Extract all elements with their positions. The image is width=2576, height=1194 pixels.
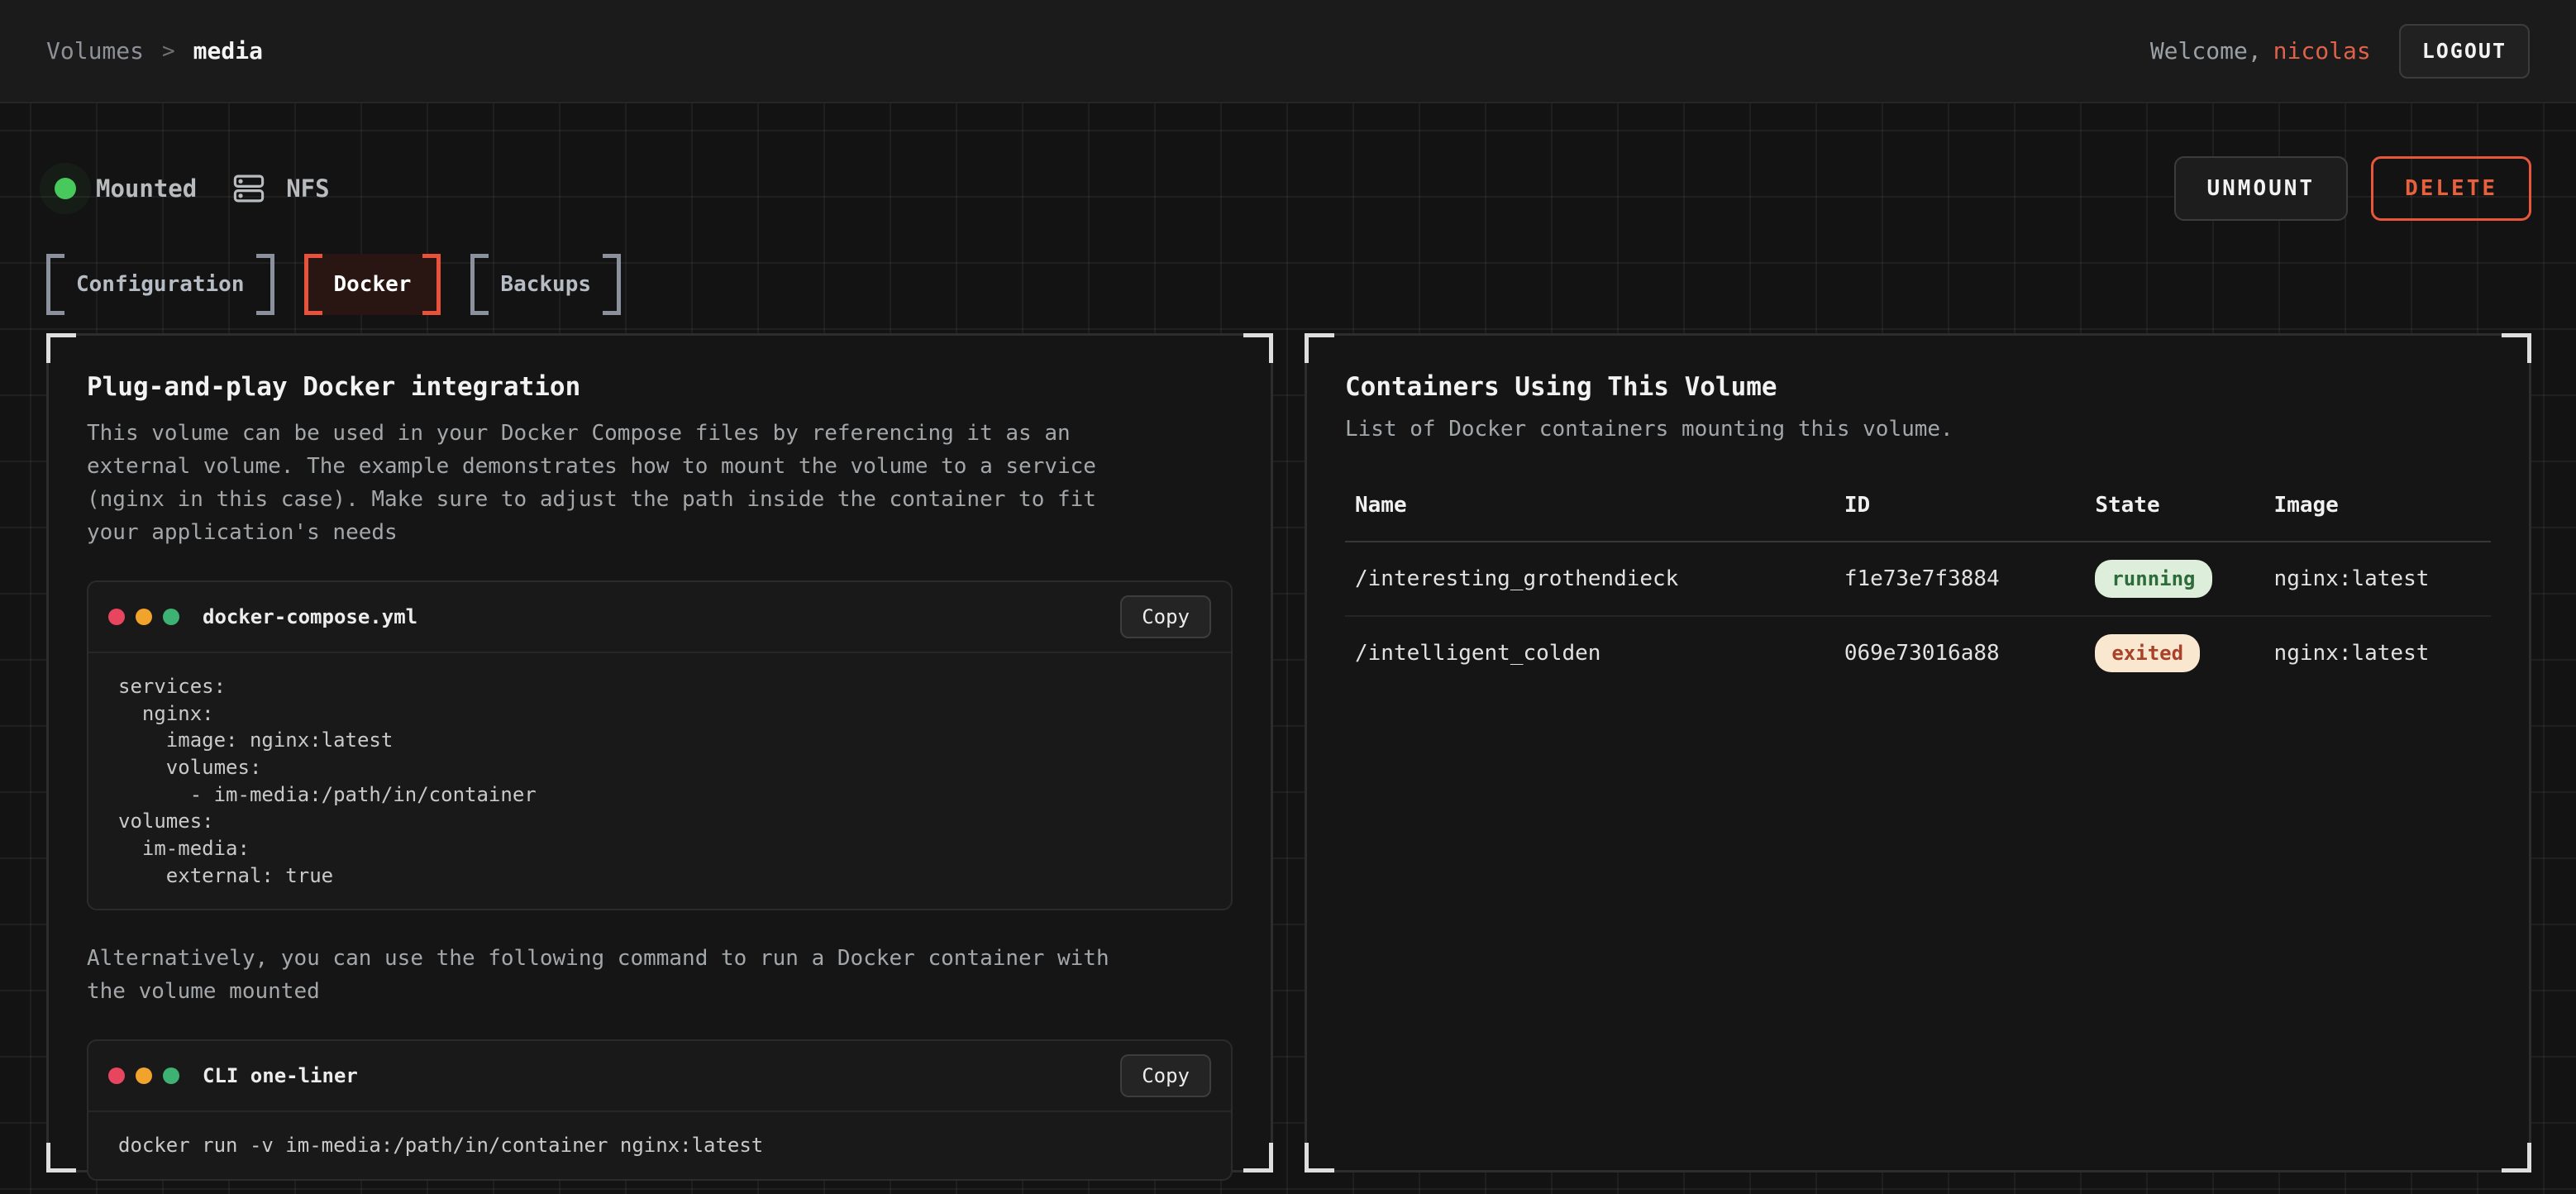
window-dots-icon	[108, 609, 179, 625]
container-image: nginx:latest	[2264, 616, 2491, 690]
state-badge: running	[2095, 560, 2211, 598]
breadcrumb-volumes-link[interactable]: Volumes	[46, 37, 144, 64]
state-badge: exited	[2095, 634, 2200, 672]
driver-label: NFS	[286, 174, 329, 203]
compose-code: services: nginx: image: nginx:latest vol…	[88, 653, 1231, 909]
breadcrumb-current-volume: media	[193, 37, 263, 64]
panel-corner-mark	[1305, 1143, 1334, 1173]
breadcrumb: Volumes > media	[46, 37, 263, 64]
tab-docker[interactable]: Docker	[304, 254, 441, 315]
docker-panel-title: Plug-and-play Docker integration	[87, 372, 1233, 402]
table-header-row: Name ID State Image	[1345, 493, 2491, 542]
compose-code-block: docker-compose.yml Copy services: nginx:…	[87, 580, 1233, 910]
panel-corner-mark	[46, 1143, 76, 1173]
containers-panel: Containers Using This Volume List of Doc…	[1305, 333, 2531, 1173]
server-stack-icon	[231, 171, 266, 206]
panel-corner-mark	[2502, 333, 2531, 363]
container-id: 069e73016a88	[1834, 616, 2086, 690]
logout-button[interactable]: LOGOUT	[2399, 24, 2530, 79]
welcome-label: Welcome,	[2150, 37, 2262, 64]
breadcrumb-chevron-icon: >	[162, 39, 175, 64]
tab-configuration[interactable]: Configuration	[46, 254, 274, 315]
column-header-name: Name	[1345, 493, 1834, 542]
volume-status-row: Mounted NFS UNMOUNT DELETE	[46, 156, 2531, 221]
panel-corner-mark	[1243, 333, 1273, 363]
containers-panel-subtitle: List of Docker containers mounting this …	[1345, 417, 2491, 442]
panel-corner-mark	[2502, 1143, 2531, 1173]
topbar-right: Welcome, nicolas LOGOUT	[2150, 24, 2530, 79]
volume-tabs: Configuration Docker Backups	[46, 254, 2531, 315]
cli-command: docker run -v im-media:/path/in/containe…	[88, 1112, 1231, 1179]
amber-dot-icon	[136, 1067, 152, 1084]
container-name: /interesting_grothendieck	[1345, 542, 1834, 616]
window-dots-icon	[108, 1067, 179, 1084]
cli-intro-text: Alternatively, you can use the following…	[87, 942, 1116, 1008]
column-header-state: State	[2085, 493, 2264, 542]
welcome-text: Welcome, nicolas	[2150, 37, 2371, 64]
amber-dot-icon	[136, 609, 152, 625]
volume-actions: UNMOUNT DELETE	[2174, 156, 2532, 221]
red-dot-icon	[108, 1067, 125, 1084]
status-group: Mounted NFS	[46, 171, 330, 206]
mounted-status-dot-icon	[55, 178, 76, 199]
copy-compose-button[interactable]: Copy	[1120, 595, 1211, 638]
green-dot-icon	[163, 1067, 179, 1084]
column-header-id: ID	[1834, 493, 2086, 542]
table-row: /interesting_grothendieck f1e73e7f3884 r…	[1345, 542, 2491, 616]
unmount-button[interactable]: UNMOUNT	[2174, 156, 2349, 221]
compose-filename: docker-compose.yml	[203, 605, 417, 628]
topbar: Volumes > media Welcome, nicolas LOGOUT	[0, 0, 2576, 103]
containers-table: Name ID State Image /interesting_grothen…	[1345, 493, 2491, 690]
docker-panel-description: This volume can be used in your Docker C…	[87, 417, 1116, 549]
panel-corner-mark	[1243, 1143, 1273, 1173]
column-header-image: Image	[2264, 493, 2491, 542]
username: nicolas	[2273, 37, 2371, 64]
container-image: nginx:latest	[2264, 542, 2491, 616]
cli-title: CLI one-liner	[203, 1064, 358, 1087]
docker-integration-panel: Plug-and-play Docker integration This vo…	[46, 333, 1273, 1173]
compose-code-header: docker-compose.yml Copy	[88, 582, 1231, 653]
copy-cli-button[interactable]: Copy	[1120, 1054, 1211, 1097]
tab-backups[interactable]: Backups	[470, 254, 621, 315]
panel-corner-mark	[46, 333, 76, 363]
cli-code-block: CLI one-liner Copy docker run -v im-medi…	[87, 1039, 1233, 1181]
cli-code-header: CLI one-liner Copy	[88, 1041, 1231, 1112]
table-row: /intelligent_colden 069e73016a88 exited …	[1345, 616, 2491, 690]
main-content: Mounted NFS UNMOUNT DELETE Configuration…	[0, 103, 2576, 1194]
panels-row: Plug-and-play Docker integration This vo…	[46, 333, 2531, 1173]
panel-corner-mark	[1305, 333, 1334, 363]
red-dot-icon	[108, 609, 125, 625]
mounted-status-label: Mounted	[96, 174, 197, 203]
container-id: f1e73e7f3884	[1834, 542, 2086, 616]
containers-panel-title: Containers Using This Volume	[1345, 372, 2491, 402]
green-dot-icon	[163, 609, 179, 625]
container-name: /intelligent_colden	[1345, 616, 1834, 690]
delete-button[interactable]: DELETE	[2371, 156, 2531, 221]
